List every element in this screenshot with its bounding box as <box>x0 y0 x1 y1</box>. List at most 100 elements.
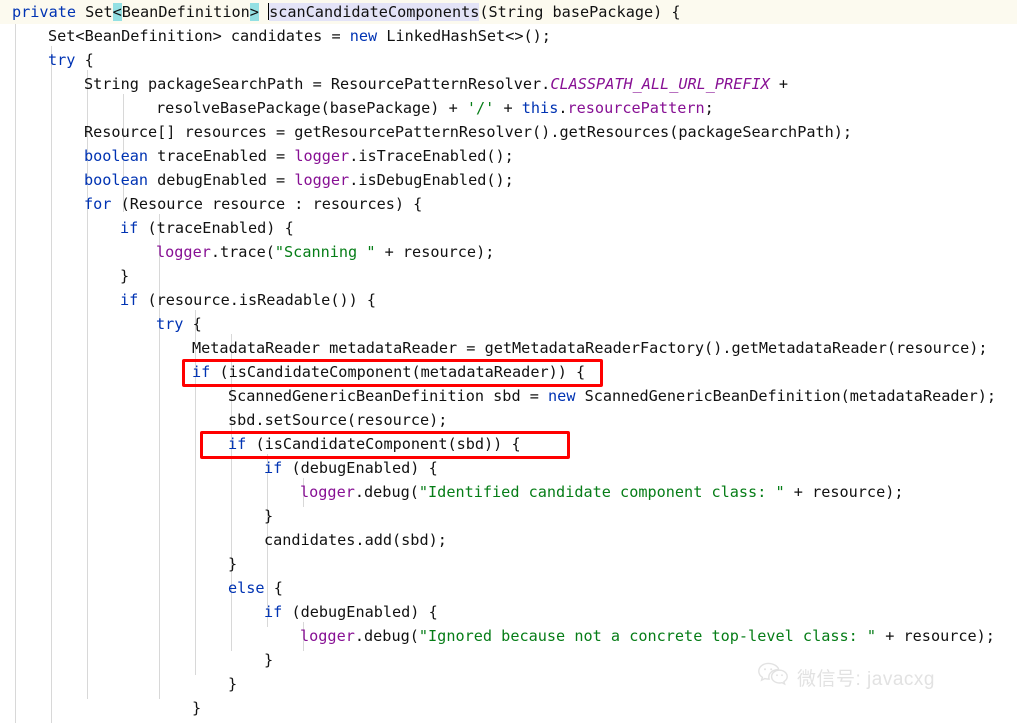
code-line[interactable]: Resource[] resources = getResourcePatter… <box>0 120 1017 144</box>
code-token-plain: (resource.isReadable()) { <box>138 291 377 309</box>
code-token-kw: if <box>120 219 139 237</box>
code-line[interactable]: if (isCandidateComponent(sbd)) { <box>0 432 1017 456</box>
code-token-plain: BeanDefinition <box>121 3 250 21</box>
code-token-plain: LinkedHashSet<>(); <box>377 27 551 45</box>
code-line[interactable]: resolveBasePackage(basePackage) + '/' + … <box>0 96 1017 120</box>
code-token-plain: resolveBasePackage(basePackage) + <box>156 99 467 117</box>
code-line-text: for (Resource resource : resources) { <box>0 192 422 216</box>
code-token-plain: (Resource resource : resources) { <box>111 195 423 213</box>
code-line[interactable]: if (isCandidateComponent(metadataReader)… <box>0 360 1017 384</box>
code-token-plain: ScannedGenericBeanDefinition(metadataRea… <box>575 387 997 405</box>
code-line[interactable]: MetadataReader metadataReader = getMetad… <box>0 336 1017 360</box>
code-token-plain: + <box>494 99 522 117</box>
code-line[interactable]: for (Resource resource : resources) { <box>0 192 1017 216</box>
code-token-fld: resourcePattern <box>567 99 705 117</box>
code-line[interactable]: if (debugEnabled) { <box>0 456 1017 480</box>
code-token-fld: logger <box>156 243 211 261</box>
code-token-plain: { <box>264 579 283 597</box>
code-line-text: boolean traceEnabled = logger.isTraceEna… <box>0 144 514 168</box>
code-line-text: logger.debug("Ignored because not a conc… <box>0 624 995 648</box>
code-line[interactable]: sbd.setSource(resource); <box>0 408 1017 432</box>
code-line-text: if (isCandidateComponent(sbd)) { <box>0 432 521 456</box>
code-line[interactable]: logger.debug("Ignored because not a conc… <box>0 624 1017 648</box>
code-line-text: boolean debugEnabled = logger.isDebugEna… <box>0 168 514 192</box>
code-token-plain: { <box>75 51 94 69</box>
code-line-text: ScannedGenericBeanDefinition sbd = new S… <box>0 384 996 408</box>
code-line-text: if (debugEnabled) { <box>0 456 438 480</box>
code-line[interactable]: if (debugEnabled) { <box>0 600 1017 624</box>
code-token-str: "Identified candidate component class: " <box>418 483 785 501</box>
code-line-text: sbd.setSource(resource); <box>0 408 447 432</box>
code-line[interactable]: boolean debugEnabled = logger.isDebugEna… <box>0 168 1017 192</box>
code-line[interactable]: Set<BeanDefinition> candidates = new Lin… <box>0 24 1017 48</box>
code-line-text: if (debugEnabled) { <box>0 600 438 624</box>
code-line-text: } <box>0 552 237 576</box>
watermark: 微信号: javacxg <box>758 662 935 693</box>
code-token-kw: this <box>521 99 559 117</box>
code-line[interactable]: else { <box>0 576 1017 600</box>
code-line[interactable]: candidates.add(sbd); <box>0 528 1017 552</box>
code-line-text: if (resource.isReadable()) { <box>0 288 376 312</box>
code-token-fld: logger <box>294 147 350 165</box>
code-line[interactable]: try { <box>0 312 1017 336</box>
code-line[interactable]: private Set<BeanDefinition> scanCandidat… <box>0 0 1017 24</box>
code-token-fld: logger <box>294 171 350 189</box>
code-token-str: "Ignored because not a concrete top-leve… <box>418 627 877 645</box>
code-editor[interactable]: private Set<BeanDefinition> scanCandidat… <box>0 0 1017 723</box>
code-token-plain: debugEnabled = <box>148 171 295 189</box>
code-token-brmatch: < <box>112 3 122 21</box>
code-line[interactable]: } <box>0 264 1017 288</box>
code-token-plain: + <box>769 75 789 93</box>
code-token-plain: .trace( <box>210 243 275 261</box>
code-token-kw: if <box>228 435 247 453</box>
code-line[interactable]: ScannedGenericBeanDefinition sbd = new S… <box>0 384 1017 408</box>
code-token-idhl: scanCandidateComponents <box>269 3 480 21</box>
code-line-text: resolveBasePackage(basePackage) + '/' + … <box>0 96 714 120</box>
code-token-plain: Set <box>76 3 113 21</box>
code-line-text: } <box>0 696 201 720</box>
code-token-plain: } <box>228 555 238 573</box>
code-token-plain: (isCandidateComponent(metadataReader)) { <box>210 363 586 381</box>
code-line[interactable]: try { <box>0 48 1017 72</box>
code-line-text: Resource[] resources = getResourcePatter… <box>0 120 852 144</box>
code-line[interactable]: } <box>0 504 1017 528</box>
code-line-text: String packageSearchPath = ResourcePatte… <box>0 72 788 96</box>
code-token-plain: String packageSearchPath = ResourcePatte… <box>84 75 551 93</box>
code-token-plain: + resource); <box>784 483 904 501</box>
code-token-plain: .isDebugEnabled(); <box>349 171 514 189</box>
code-line-text: if (traceEnabled) { <box>0 216 294 240</box>
code-token-plain: traceEnabled = <box>148 147 295 165</box>
code-line[interactable]: if (resource.isReadable()) { <box>0 288 1017 312</box>
code-line[interactable]: } <box>0 552 1017 576</box>
code-token-plain: (isCandidateComponent(sbd)) { <box>246 435 521 453</box>
code-token-plain: + resource); <box>375 243 495 261</box>
code-token-plain: candidates.add(sbd); <box>264 531 447 549</box>
code-token-plain: (traceEnabled) { <box>138 219 294 237</box>
code-token-str: '/' <box>466 99 495 117</box>
wechat-icon <box>758 662 788 693</box>
code-line-text: Set<BeanDefinition> candidates = new Lin… <box>0 24 551 48</box>
code-line[interactable]: if (traceEnabled) { <box>0 216 1017 240</box>
code-line-text: private Set<BeanDefinition> scanCandidat… <box>0 0 681 24</box>
code-token-brmatch: > <box>249 3 259 21</box>
code-token-plain: } <box>120 267 130 285</box>
code-token-kw: if <box>120 291 139 309</box>
code-line[interactable]: logger.trace("Scanning " + resource); <box>0 240 1017 264</box>
code-token-plain: (String basePackage) { <box>479 3 681 21</box>
code-token-fld: logger <box>300 483 355 501</box>
code-token-plain: sbd.setSource(resource); <box>228 411 448 429</box>
watermark-text: 微信号: javacxg <box>797 669 935 690</box>
code-token-plain: } <box>264 651 274 669</box>
code-line-text: } <box>0 504 273 528</box>
code-line[interactable]: } <box>0 696 1017 720</box>
code-line-text: MetadataReader metadataReader = getMetad… <box>0 336 988 360</box>
code-token-plain: Set<BeanDefinition> candidates = <box>48 27 350 45</box>
code-token-plain: (debugEnabled) { <box>282 459 438 477</box>
code-token-plain: Resource[] resources = getResourcePatter… <box>84 123 853 141</box>
code-line[interactable]: String packageSearchPath = ResourcePatte… <box>0 72 1017 96</box>
code-line[interactable]: logger.debug("Identified candidate compo… <box>0 480 1017 504</box>
code-line-text: try { <box>0 48 94 72</box>
code-line[interactable]: boolean traceEnabled = logger.isTraceEna… <box>0 144 1017 168</box>
code-token-kw: new <box>548 387 576 405</box>
